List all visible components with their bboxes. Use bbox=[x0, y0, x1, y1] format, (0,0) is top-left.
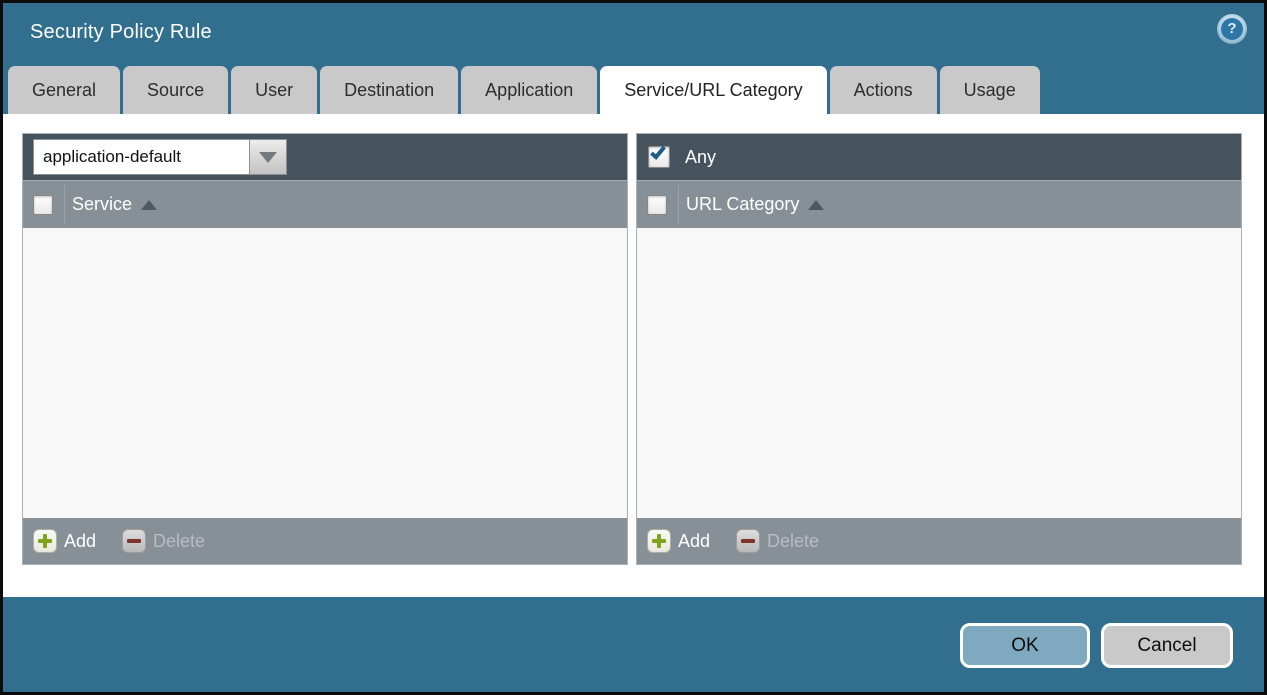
dialog-title: Security Policy Rule bbox=[30, 21, 212, 44]
minus-icon bbox=[122, 529, 146, 553]
cancel-button[interactable]: Cancel bbox=[1101, 623, 1233, 668]
url-category-select-all-checkbox[interactable] bbox=[647, 195, 667, 215]
url-category-toolbar: Add Delete bbox=[637, 518, 1241, 564]
checkmark-icon bbox=[650, 143, 666, 160]
add-button-label: Add bbox=[678, 531, 710, 552]
tab-application[interactable]: Application bbox=[461, 66, 597, 114]
url-category-delete-button[interactable]: Delete bbox=[736, 529, 819, 553]
url-category-add-button[interactable]: Add bbox=[647, 529, 710, 553]
tab-content: Service Add Delete bbox=[3, 114, 1264, 597]
column-divider bbox=[678, 185, 679, 224]
service-add-button[interactable]: Add bbox=[33, 529, 96, 553]
any-checkbox[interactable] bbox=[648, 146, 670, 168]
dialog-footer: OK Cancel bbox=[3, 597, 1264, 692]
security-policy-rule-dialog: Security Policy Rule ? General Source Us… bbox=[0, 0, 1267, 695]
ok-button[interactable]: OK bbox=[960, 623, 1090, 668]
url-category-column-label[interactable]: URL Category bbox=[686, 194, 799, 215]
plus-icon bbox=[647, 529, 671, 553]
service-type-dropdown-input[interactable] bbox=[33, 139, 249, 175]
service-list-empty bbox=[23, 228, 627, 518]
url-category-panel-header: Any bbox=[637, 134, 1241, 180]
service-select-all-checkbox[interactable] bbox=[33, 195, 53, 215]
sort-ascending-icon[interactable] bbox=[141, 200, 157, 210]
delete-button-label: Delete bbox=[767, 531, 819, 552]
chevron-down-icon bbox=[259, 152, 277, 163]
tab-user[interactable]: User bbox=[231, 66, 317, 114]
tab-bar: General Source User Destination Applicat… bbox=[3, 64, 1264, 114]
service-toolbar: Add Delete bbox=[23, 518, 627, 564]
column-divider bbox=[64, 185, 65, 224]
url-category-list-empty bbox=[637, 228, 1241, 518]
service-panel-header bbox=[23, 134, 627, 180]
titlebar: Security Policy Rule ? bbox=[3, 3, 1264, 64]
url-category-column-header: URL Category bbox=[637, 180, 1241, 228]
tab-usage[interactable]: Usage bbox=[940, 66, 1040, 114]
any-checkbox-label: Any bbox=[685, 147, 716, 168]
tab-source[interactable]: Source bbox=[123, 66, 228, 114]
service-type-dropdown-button[interactable] bbox=[249, 139, 287, 175]
service-column-header: Service bbox=[23, 180, 627, 228]
service-panel: Service Add Delete bbox=[22, 133, 628, 565]
sort-ascending-icon[interactable] bbox=[808, 200, 824, 210]
plus-icon bbox=[33, 529, 57, 553]
help-icon[interactable]: ? bbox=[1217, 14, 1247, 44]
tab-actions[interactable]: Actions bbox=[830, 66, 937, 114]
add-button-label: Add bbox=[64, 531, 96, 552]
tab-general[interactable]: General bbox=[8, 66, 120, 114]
service-delete-button[interactable]: Delete bbox=[122, 529, 205, 553]
delete-button-label: Delete bbox=[153, 531, 205, 552]
service-column-label[interactable]: Service bbox=[72, 194, 132, 215]
tab-service-url-category[interactable]: Service/URL Category bbox=[600, 66, 826, 114]
tab-destination[interactable]: Destination bbox=[320, 66, 458, 114]
minus-icon bbox=[736, 529, 760, 553]
question-mark-glyph: ? bbox=[1221, 18, 1243, 40]
service-type-dropdown[interactable] bbox=[33, 139, 287, 175]
url-category-panel: Any URL Category Add bbox=[636, 133, 1242, 565]
